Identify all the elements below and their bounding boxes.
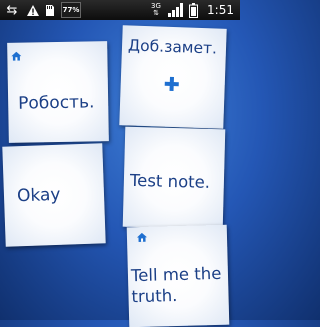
- clock: 1:51: [207, 3, 234, 17]
- note-card[interactable]: Робость.: [7, 41, 109, 143]
- warning-icon: [25, 2, 41, 18]
- status-bar: ⇆ 77% 3G ⇅ 1:51: [0, 0, 240, 20]
- plus-icon: [164, 76, 179, 92]
- note-card[interactable]: Okay: [2, 143, 106, 247]
- usb-icon: ⇆: [6, 2, 18, 18]
- signal-icon: [168, 2, 184, 18]
- note-text: Робость.: [18, 92, 95, 114]
- sd-card-icon: [44, 2, 56, 18]
- battery-app-label: 77%: [62, 5, 80, 14]
- home-icon: [136, 232, 147, 243]
- battery-app-icon: 77%: [61, 2, 81, 18]
- home-icon: [11, 51, 22, 61]
- battery-icon: [188, 2, 198, 18]
- add-note-button[interactable]: Доб.замет.: [119, 25, 227, 129]
- add-note-label: Доб.замет.: [127, 36, 218, 58]
- note-card[interactable]: Test note.: [122, 126, 226, 230]
- note-text: Tell me the truth.: [130, 263, 222, 307]
- data-arrows-icon: 3G ⇅: [151, 2, 161, 17]
- note-text: Okay: [16, 184, 61, 207]
- note-card[interactable]: Tell me the truth.: [126, 224, 230, 327]
- note-text: Test note.: [129, 170, 211, 192]
